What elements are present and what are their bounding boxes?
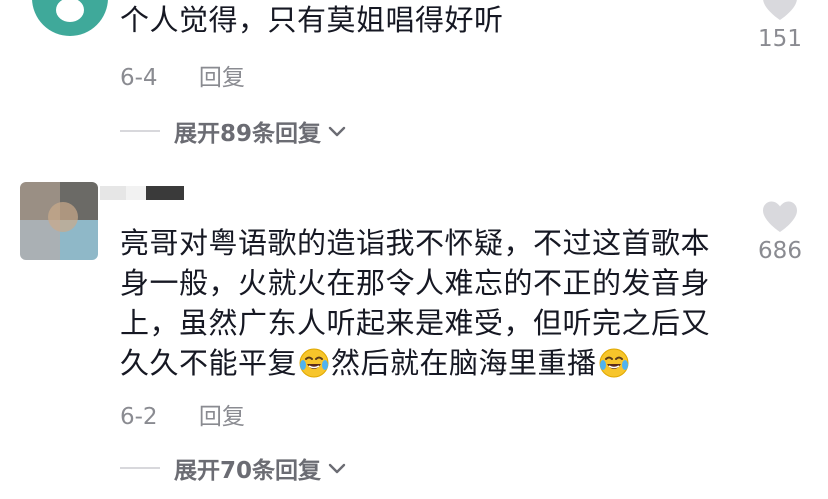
username-redacted (100, 186, 184, 200)
comment-meta: 6-4 回复 (120, 58, 245, 92)
like-button[interactable]: 151 (740, 0, 820, 52)
redaction-block (126, 186, 146, 200)
comment-date: 6-2 (120, 404, 158, 430)
expand-replies-button[interactable]: 展开89条回复 (120, 116, 347, 147)
redaction-block (146, 186, 184, 200)
like-count: 686 (758, 238, 802, 264)
chevron-down-icon (328, 463, 346, 474)
divider-line (120, 130, 160, 132)
commenter-avatar[interactable] (20, 182, 98, 260)
avatar-shape (56, 0, 84, 22)
comment-date: 6-4 (120, 65, 158, 91)
divider-line (120, 467, 160, 469)
heart-icon (763, 0, 797, 20)
comment-text: 个人觉得，只有莫姐唱得好听 (120, 3, 504, 37)
laughing-crying-emoji-icon (599, 348, 629, 378)
like-button[interactable]: 686 (740, 200, 820, 264)
comment-meta: 6-2 回复 (120, 397, 245, 431)
commenter-avatar[interactable] (32, 0, 108, 36)
avatar-tile (48, 202, 78, 232)
expand-replies-button[interactable]: 展开70条回复 (120, 453, 347, 484)
like-count: 151 (758, 26, 802, 52)
chevron-down-icon (328, 126, 346, 137)
reply-button[interactable]: 回复 (199, 65, 245, 91)
expand-replies-label: 展开70条回复 (174, 458, 322, 484)
comment-text-tail: 然后就在脑海里重播 (331, 346, 597, 380)
laughing-crying-emoji-icon (299, 348, 329, 378)
heart-icon (763, 201, 797, 232)
reply-button[interactable]: 回复 (199, 404, 245, 430)
expand-replies-label: 展开89条回复 (174, 121, 322, 147)
comment-text: 亮哥对粤语歌的造诣我不怀疑，不过这首歌本身一般，火就火在那令人难忘的不正的发音身… (120, 223, 730, 383)
redaction-block (100, 186, 126, 200)
